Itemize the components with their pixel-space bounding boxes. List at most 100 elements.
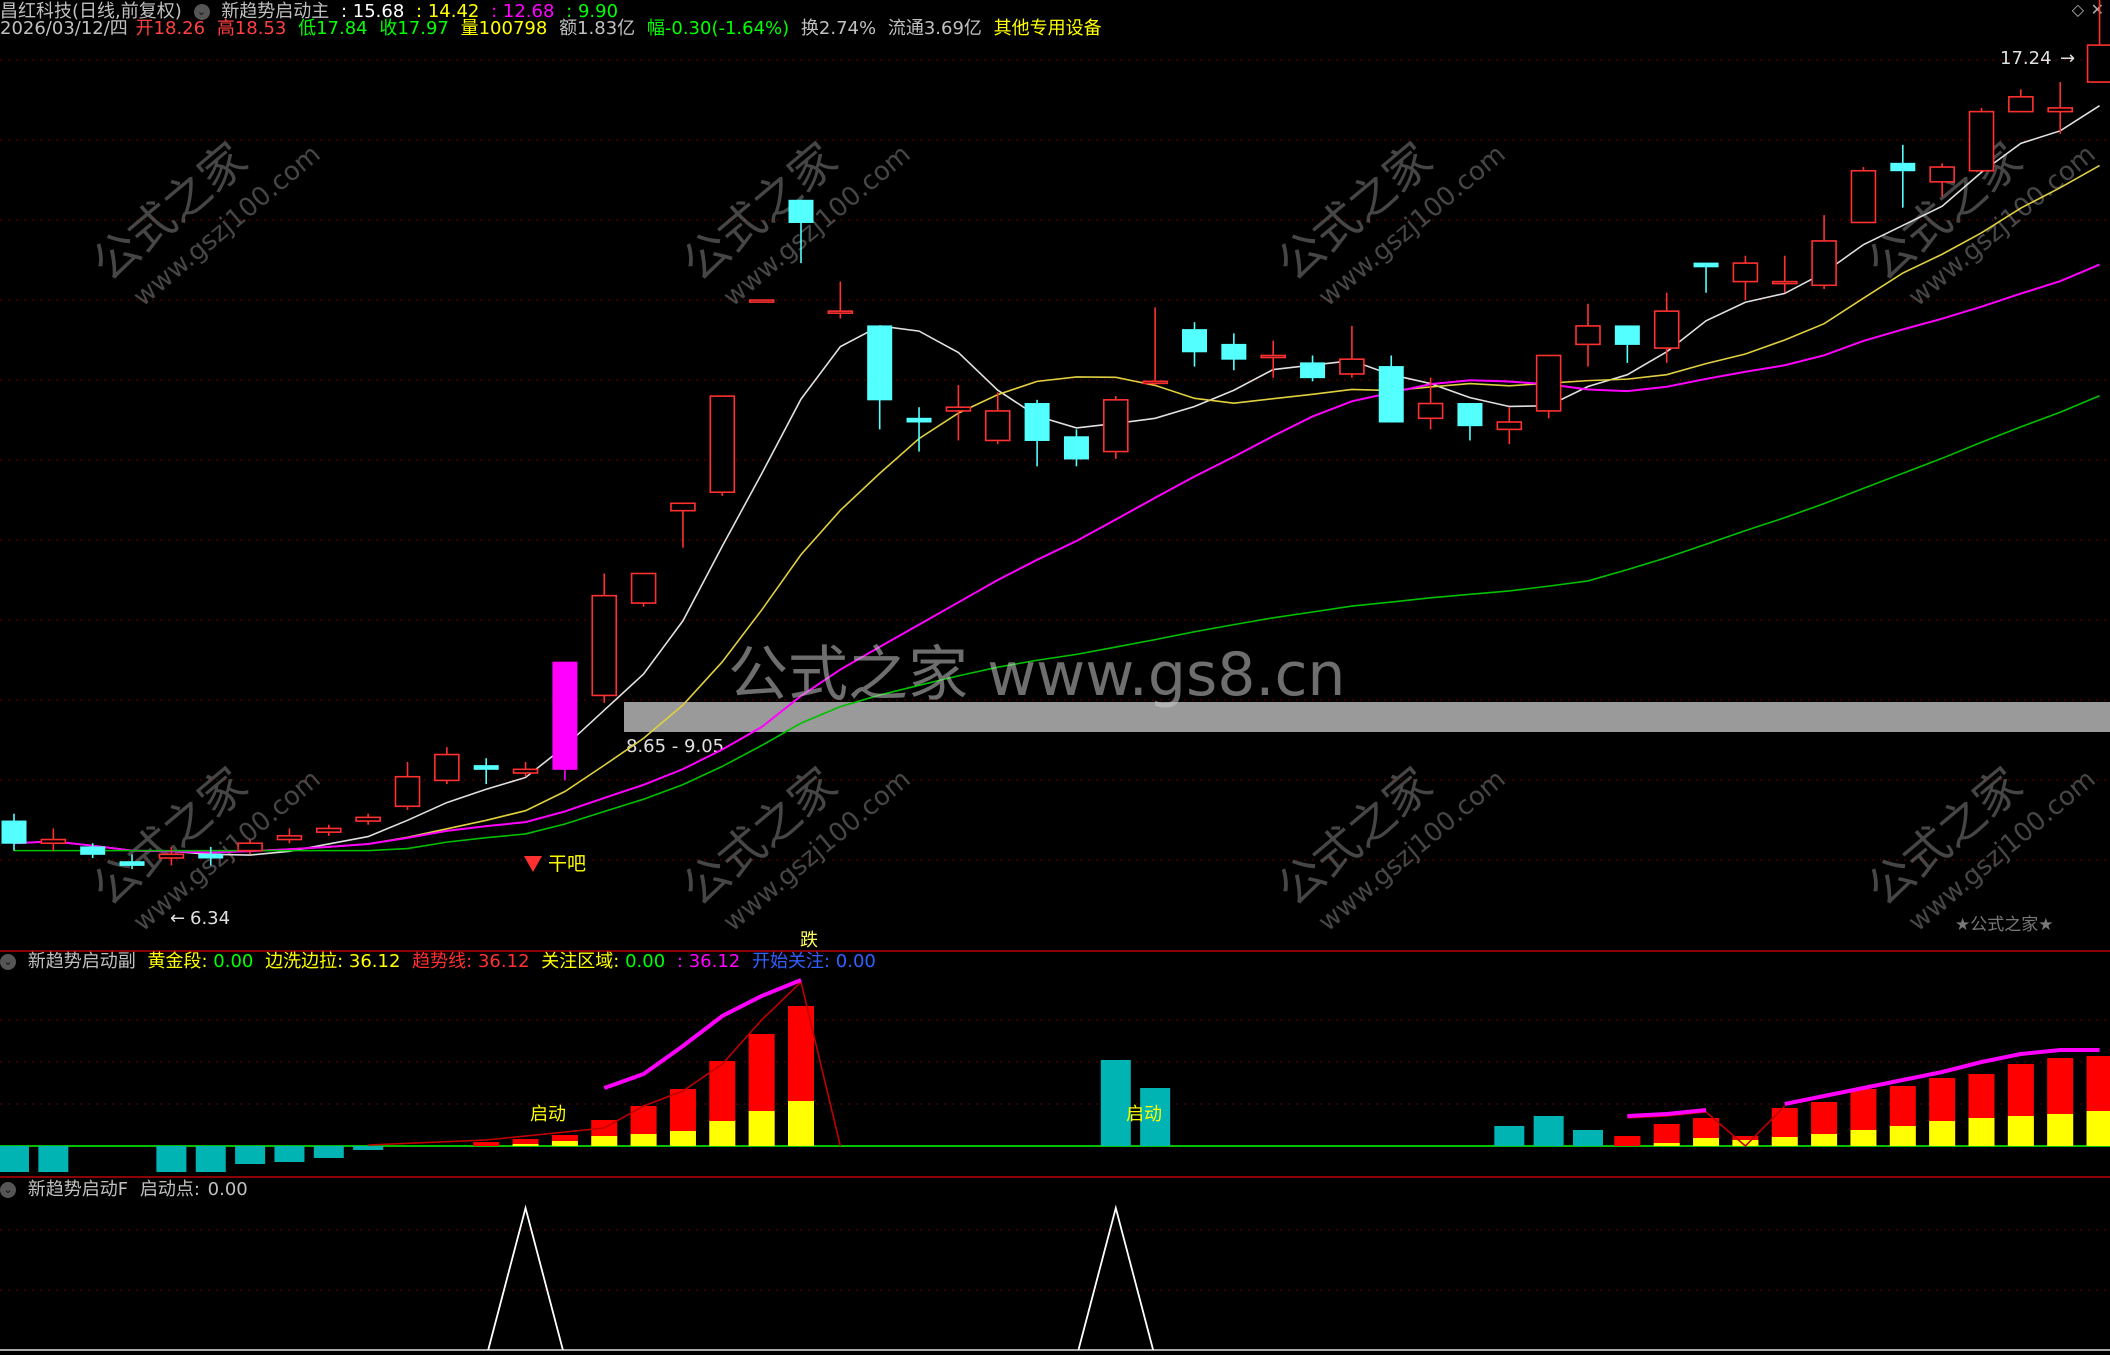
ma60-line <box>14 395 2100 852</box>
sub1-cyan-bar <box>313 1146 344 1158</box>
sub1-yellow-bar <box>709 1121 736 1146</box>
candle-body <box>1260 354 1286 359</box>
candle-body <box>198 853 224 859</box>
sub1-red-bar <box>1693 1118 1720 1146</box>
candle-body <box>1614 325 1640 345</box>
watermark-tile: 公式之家www.gszj100.com <box>1857 757 2102 938</box>
sub1-red-bar <box>1771 1108 1798 1146</box>
sub1-cyan-bar <box>156 1146 187 1172</box>
candle-body <box>40 838 67 845</box>
sub1-red-bar <box>630 1106 657 1146</box>
sub1-yellow-bar <box>788 1101 814 1146</box>
sub1-red-bar <box>591 1120 618 1146</box>
candle-body <box>119 861 145 866</box>
candle-body <box>355 816 381 822</box>
candle-body <box>1142 380 1168 385</box>
candle-body <box>1693 262 1719 268</box>
candle-body <box>867 325 893 401</box>
candle-body <box>827 310 854 314</box>
sub1-yellow-bar <box>591 1136 618 1146</box>
candle-body <box>1653 310 1680 349</box>
sub1-yellow-bar <box>551 1141 578 1146</box>
zone-label: 8.65 - 9.05 <box>626 736 724 757</box>
sub1-yellow-bar <box>1771 1137 1798 1146</box>
candle-body <box>552 661 578 770</box>
sub1-red-bar <box>473 1142 500 1146</box>
candle-body <box>984 410 1011 442</box>
sub1-red-bar <box>709 1061 736 1146</box>
sub1-red-bar <box>1929 1078 1956 1146</box>
candle-body <box>630 572 657 604</box>
sub1-red-bar <box>748 1034 775 1146</box>
sub1-cyan-bar <box>1140 1088 1171 1146</box>
candle-body <box>670 502 696 512</box>
candle-body <box>1929 166 1955 183</box>
sub1-red-bar <box>788 1006 814 1146</box>
sub1-name[interactable]: 新趋势启动副 <box>28 951 136 972</box>
sub1-field-1: 边洗边拉: 36.12 <box>265 951 401 972</box>
fall-label: 跌 <box>800 930 818 950</box>
sub1-yellow-bar <box>630 1134 657 1146</box>
sub1-red-bar <box>1968 1074 1995 1146</box>
candle-body <box>906 417 932 423</box>
candle-body <box>512 768 539 774</box>
ma5-line <box>13 105 2100 856</box>
candle-body <box>709 395 736 494</box>
sub1-start-label: 启动 <box>1126 1104 1162 1125</box>
sub1-trend-line <box>1627 1105 1786 1148</box>
candle-body <box>2008 96 2034 113</box>
candle-body <box>1221 343 1247 360</box>
candle-body <box>748 299 775 303</box>
sub2-start-spike <box>487 1204 564 1351</box>
candle-body <box>945 406 972 412</box>
candlestick-chart[interactable]: 公式之家www.gszj100.com 公式之家www.gszj100.com 公式… <box>0 0 2110 950</box>
sub1-yellow-bar <box>1732 1140 1759 1146</box>
sub1-field-5: 开始关注: 0.00 <box>751 951 876 972</box>
candle-body <box>1771 280 1798 285</box>
watermark-tile: 公式之家www.gszj100.com <box>82 132 327 313</box>
sub1-cyan-bar <box>1573 1130 1603 1146</box>
candle-body <box>1182 329 1207 353</box>
center-watermark: 公式之家 www.gs8.cn <box>728 640 1345 710</box>
candle-body <box>1024 403 1050 441</box>
candle-body <box>2086 44 2110 83</box>
signal-gem-icon <box>524 856 542 872</box>
sub1-red-bar <box>512 1139 539 1146</box>
sub1-cyan-bar <box>195 1146 226 1172</box>
sub1-yellow-bar <box>748 1111 775 1146</box>
candle-body <box>434 753 460 782</box>
sub2-start-spike <box>1077 1204 1155 1351</box>
high-price-label: 17.24 <box>2000 48 2052 69</box>
sub1-magenta-line <box>1784 1048 2100 1106</box>
sub1-field-3: 关注区域: 0.00 <box>541 951 666 972</box>
candle-body <box>315 827 342 833</box>
candle-body <box>473 765 499 770</box>
sub1-yellow-bar <box>1653 1143 1680 1146</box>
sub1-red-bar <box>551 1135 578 1146</box>
sub1-trend-line <box>368 980 842 1147</box>
dropdown-icon[interactable]: ⌄ <box>0 954 16 970</box>
sub1-field-0: 黄金段: 0.00 <box>147 951 254 972</box>
watermark-tile: 公式之家www.gszj100.com <box>1267 132 1512 313</box>
sub1-field-4: : 36.12 <box>676 951 741 972</box>
sub1-red-bar <box>1811 1102 1838 1146</box>
corner-badge: ★公式之家★ <box>1955 915 2053 935</box>
candle-body <box>1417 402 1444 420</box>
candle-body <box>1968 110 1995 172</box>
candle-body <box>1300 362 1326 379</box>
sub1-yellow-bar <box>1850 1130 1877 1146</box>
candle-body <box>1063 436 1089 460</box>
watermark-tile: 公式之家www.gszj100.com <box>1267 757 1512 938</box>
sub1-red-bar <box>2007 1064 2034 1146</box>
candle-body <box>276 835 303 841</box>
sub2-name[interactable]: 新趋势启动F <box>28 1179 128 1200</box>
sub1-yellow-bar <box>1929 1121 1956 1146</box>
sub1-yellow-bar <box>2007 1116 2034 1146</box>
low-price-label: 6.34 <box>190 908 230 929</box>
candle-body <box>1339 358 1365 375</box>
dropdown-icon[interactable]: ⌄ <box>0 1182 16 1198</box>
sub1-red-bar <box>1653 1124 1680 1146</box>
ma10-line <box>13 164 2100 854</box>
sub1-cyan-bar <box>0 1146 29 1172</box>
sub1-magenta-line <box>1627 1108 1707 1118</box>
